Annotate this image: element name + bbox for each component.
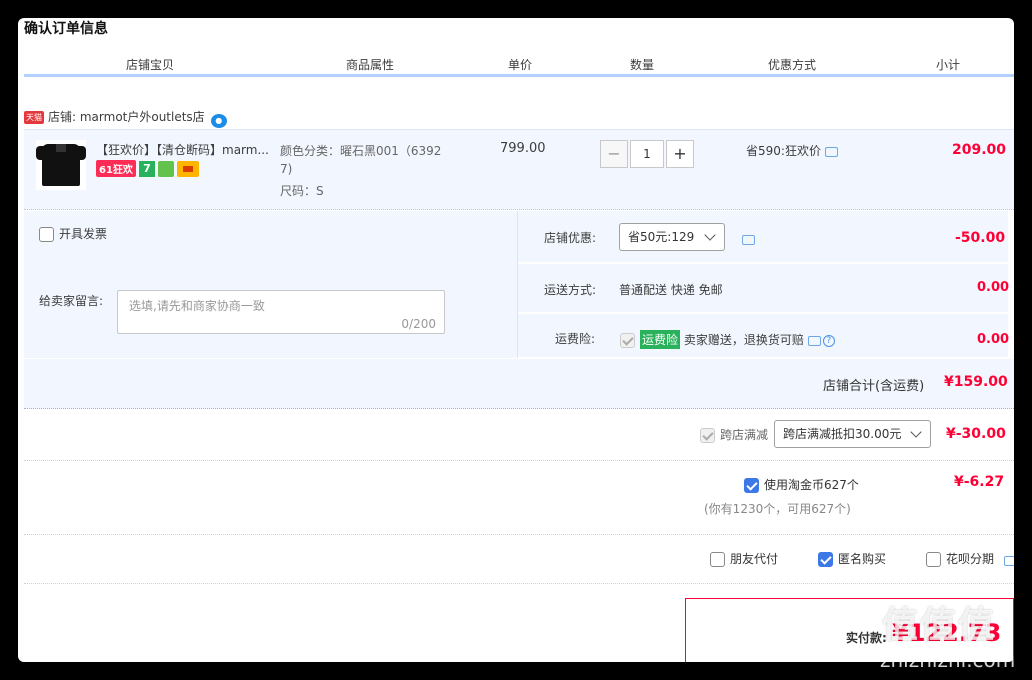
- product-title-link[interactable]: 【狂欢价】【清仓断码】marm...: [96, 141, 269, 158]
- store-total-label: 店铺合计(含运费): [823, 379, 925, 394]
- help-icon[interactable]: ?: [822, 334, 835, 347]
- store-discount-amount: -50.00: [955, 230, 1006, 246]
- anonymous-checkbox[interactable]: [818, 552, 833, 567]
- coins-note: (你有1230个，可用627个): [704, 502, 851, 516]
- divider: [24, 534, 1014, 535]
- watermark-url: zhizhizhi.com: [880, 648, 1016, 672]
- installment-label: 花呗分期: [946, 552, 995, 566]
- friend-pay-label: 朋友代付: [730, 552, 779, 566]
- badge-card-icon: [176, 160, 199, 177]
- watermark-logo: 值值值: [882, 605, 997, 646]
- store-discount-row: 店铺优惠: 省50元:129 -50.00: [518, 211, 1008, 263]
- page-title: 确认订单信息: [24, 21, 108, 37]
- friend-pay-checkbox[interactable]: [710, 552, 725, 567]
- attr-color-cont: 7): [280, 162, 293, 176]
- insurance-checkbox: [620, 333, 635, 348]
- cross-store-label: 跨店满减: [720, 428, 769, 442]
- cross-store-option: 跨店满减: [700, 426, 768, 443]
- product-badges: 61狂欢 7: [96, 160, 199, 177]
- coins-option[interactable]: 使用淘金币627个: [744, 476, 859, 493]
- invoice-option[interactable]: 开具发票: [39, 225, 107, 242]
- invoice-label: 开具发票: [59, 227, 108, 241]
- insurance-tag: 运费险: [640, 330, 681, 349]
- insurance-option: 运费险 卖家赠送，退换货可赔?: [620, 330, 835, 349]
- insurance-amount: 0.00: [977, 332, 1010, 347]
- store-total-amount: ¥159.00: [944, 374, 1008, 390]
- product-thumbnail[interactable]: [36, 140, 86, 190]
- store-header: 天猫 店铺: marmot户外outlets店 ●: [24, 108, 227, 128]
- shirt-image: [36, 144, 86, 186]
- col-store-item: 店铺宝贝: [125, 58, 174, 72]
- insurance-label: 运费险:: [555, 332, 596, 346]
- col-unit-price: 单价: [507, 58, 532, 72]
- attr-color: 颜色分类：曜石黑001（6392: [280, 144, 442, 158]
- anonymous-option[interactable]: 匿名购买: [818, 550, 886, 567]
- store-discount-comment-icon[interactable]: [742, 234, 755, 245]
- order-window: 确认订单信息 店铺宝贝 商品属性 单价 数量 优惠方式 小计 天猫 店铺: mar…: [18, 18, 1014, 662]
- message-label: 给卖家留言:: [39, 294, 104, 308]
- coins-checkbox[interactable]: [744, 478, 759, 493]
- shipping-amount: 0.00: [977, 280, 1010, 295]
- anonymous-label: 匿名购买: [838, 552, 887, 566]
- store-total-row: 店铺合计(含运费) ¥159.00: [24, 359, 1014, 409]
- cross-store-checkbox: [700, 428, 715, 443]
- col-discount: 优惠方式: [767, 58, 816, 72]
- cross-store-select[interactable]: 跨店满减抵扣30.00元: [774, 420, 931, 448]
- insurance-text: 卖家赠送，退换货可赔: [683, 333, 804, 347]
- order-extras-panel: 开具发票 给卖家留言: 选填,请先和商家协商一致 0/200: [24, 211, 518, 358]
- message-counter: 0/200: [401, 317, 436, 331]
- unit-price: 799.00: [500, 141, 546, 156]
- installment-checkbox[interactable]: [926, 552, 941, 567]
- installment-comment-icon[interactable]: [1004, 555, 1014, 566]
- col-subtotal: 小计: [935, 58, 960, 72]
- payment-label: 实付款:: [846, 631, 887, 645]
- cross-store-amount: ¥-30.00: [946, 426, 1006, 442]
- message-placeholder: 选填,请先和商家协商一致: [129, 299, 265, 313]
- discount-comment-icon[interactable]: [824, 146, 838, 157]
- invoice-checkbox[interactable]: [39, 227, 54, 242]
- store-discount-label: 店铺优惠:: [544, 231, 597, 245]
- discount-method: 省590:狂欢价: [746, 142, 838, 159]
- quantity-input[interactable]: 1: [630, 140, 664, 168]
- store-name-link[interactable]: 店铺: marmot户外outlets店: [48, 110, 205, 124]
- chat-icon[interactable]: ●: [210, 114, 227, 128]
- divider: [24, 583, 1014, 584]
- col-quantity: 数量: [629, 58, 654, 72]
- col-attributes: 商品属性: [345, 58, 394, 72]
- seller-message-textarea[interactable]: 选填,请先和商家协商一致 0/200: [117, 290, 445, 334]
- attr-size: 尺码：S: [280, 184, 324, 198]
- discount-text: 省590:狂欢价: [746, 144, 821, 158]
- badge-618-icon: 61狂欢: [96, 160, 136, 177]
- shipping-row: 运送方式: 普通配送 快递 免邮 0.00: [518, 264, 1010, 313]
- friend-pay-option[interactable]: 朋友代付: [710, 550, 778, 567]
- divider: [24, 460, 1014, 461]
- item-subtotal: 209.00: [952, 142, 1007, 158]
- tmall-badge: 天猫: [24, 111, 44, 124]
- header-divider: [24, 74, 1014, 77]
- badge-7day-return-icon: 7: [138, 160, 155, 177]
- coins-label: 使用淘金币627个: [764, 478, 859, 492]
- shipping-label: 运送方式:: [544, 283, 597, 297]
- badge-green-icon: [157, 160, 174, 177]
- store-discount-select[interactable]: 省50元:129: [619, 223, 725, 251]
- insurance-comment-icon[interactable]: [807, 335, 821, 346]
- quantity-minus-button[interactable]: −: [600, 140, 628, 168]
- insurance-row: 运费险: 运费险 卖家赠送，退换货可赔? 0.00: [518, 314, 1010, 358]
- order-item-row: 【狂欢价】【清仓断码】marm... 61狂欢 7 颜色分类：曜石黑001（639…: [24, 129, 1014, 210]
- coins-amount: ¥-6.27: [954, 474, 1005, 490]
- quantity-plus-button[interactable]: +: [666, 140, 694, 168]
- installment-option[interactable]: 花呗分期: [926, 550, 994, 567]
- shipping-value: 普通配送 快递 免邮: [619, 283, 723, 297]
